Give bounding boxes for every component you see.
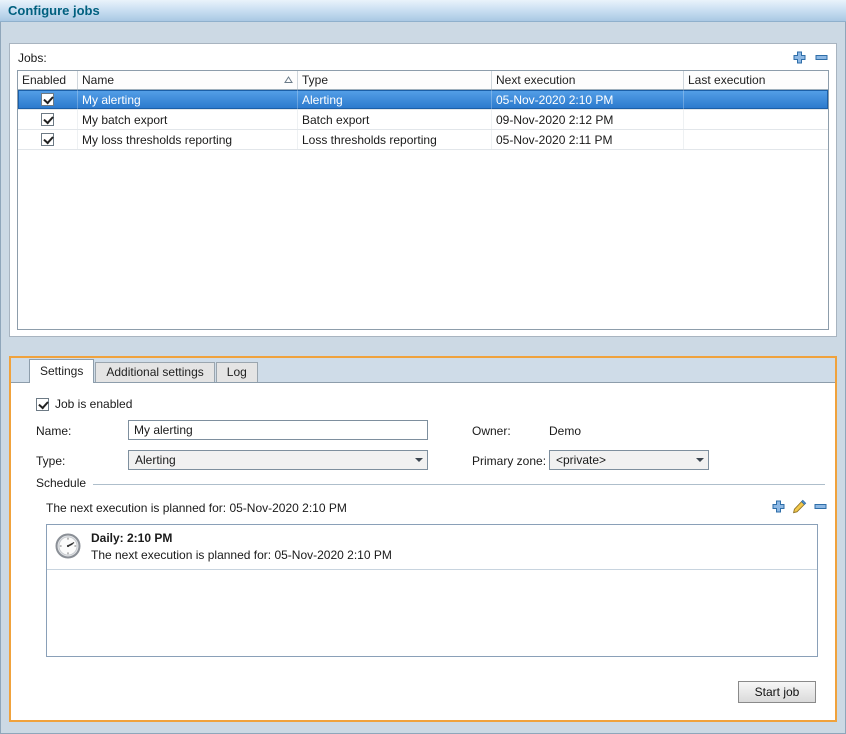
type-select[interactable]: Alerting bbox=[128, 450, 428, 470]
job-settings-panel: Settings Additional settings Log Job is … bbox=[9, 356, 837, 722]
job-enabled-checkbox-row: Job is enabled bbox=[36, 397, 132, 411]
chevron-down-icon bbox=[410, 451, 427, 469]
column-header-type[interactable]: Type bbox=[298, 71, 492, 89]
enabled-checkbox[interactable] bbox=[41, 93, 54, 106]
schedule-next-execution-text: The next execution is planned for: 05-No… bbox=[46, 501, 347, 515]
jobs-table: Enabled Name Type Next execution Last ex… bbox=[17, 70, 829, 330]
table-row[interactable]: My batch export Batch export 09-Nov-2020… bbox=[18, 110, 828, 130]
add-schedule-icon[interactable] bbox=[772, 500, 785, 513]
primary-zone-select[interactable]: <private> bbox=[549, 450, 709, 470]
owner-label: Owner: bbox=[472, 424, 511, 438]
edit-schedule-icon[interactable] bbox=[792, 499, 807, 514]
jobs-table-header: Enabled Name Type Next execution Last ex… bbox=[18, 71, 828, 90]
settings-tabstrip: Settings Additional settings Log bbox=[11, 358, 835, 382]
type-select-value: Alerting bbox=[135, 453, 176, 467]
table-row[interactable]: My loss thresholds reporting Loss thresh… bbox=[18, 130, 828, 150]
owner-value: Demo bbox=[549, 424, 581, 438]
job-type-cell: Batch export bbox=[298, 110, 492, 129]
job-next-execution-cell: 05-Nov-2020 2:10 PM bbox=[492, 90, 684, 109]
schedule-list-item[interactable]: Daily: 2:10 PM The next execution is pla… bbox=[47, 525, 817, 570]
schedule-item-title: Daily: 2:10 PM bbox=[91, 530, 392, 547]
primary-zone-label: Primary zone: bbox=[472, 454, 546, 468]
table-row[interactable]: My alerting Alerting 05-Nov-2020 2:10 PM bbox=[18, 90, 828, 110]
job-name-cell: My loss thresholds reporting bbox=[78, 130, 298, 149]
chevron-down-icon bbox=[691, 451, 708, 469]
name-label: Name: bbox=[36, 424, 71, 438]
schedule-item-text: Daily: 2:10 PM The next execution is pla… bbox=[91, 530, 392, 564]
schedule-item-subtitle: The next execution is planned for: 05-No… bbox=[91, 547, 392, 564]
column-header-last-execution[interactable]: Last execution bbox=[684, 71, 828, 89]
schedule-list: Daily: 2:10 PM The next execution is pla… bbox=[46, 524, 818, 657]
schedule-group-label: Schedule bbox=[36, 476, 86, 490]
job-enabled-label: Job is enabled bbox=[55, 397, 132, 411]
job-last-execution-cell bbox=[684, 110, 828, 129]
enabled-checkbox[interactable] bbox=[41, 113, 54, 126]
window-title: Configure jobs bbox=[8, 3, 100, 18]
job-name-cell: My alerting bbox=[78, 90, 298, 109]
remove-job-icon[interactable] bbox=[815, 51, 828, 64]
window-titlebar: Configure jobs bbox=[0, 0, 846, 22]
settings-tab-content: Job is enabled Name: Owner: Demo Type: A… bbox=[11, 382, 835, 720]
add-job-icon[interactable] bbox=[793, 51, 806, 64]
jobs-panel: Jobs: Enabled Name Type Next execution L… bbox=[9, 43, 837, 337]
job-name-cell: My batch export bbox=[78, 110, 298, 129]
job-last-execution-cell bbox=[684, 130, 828, 149]
type-label: Type: bbox=[36, 454, 65, 468]
job-last-execution-cell bbox=[684, 90, 828, 109]
schedule-toolbar bbox=[772, 499, 827, 514]
column-header-name[interactable]: Name bbox=[78, 71, 298, 89]
job-next-execution-cell: 09-Nov-2020 2:12 PM bbox=[492, 110, 684, 129]
job-enabled-checkbox[interactable] bbox=[36, 398, 49, 411]
tab-additional-settings[interactable]: Additional settings bbox=[95, 362, 214, 382]
tab-log[interactable]: Log bbox=[216, 362, 258, 382]
job-type-cell: Loss thresholds reporting bbox=[298, 130, 492, 149]
start-job-button[interactable]: Start job bbox=[738, 681, 816, 703]
tab-settings[interactable]: Settings bbox=[29, 359, 94, 383]
group-divider bbox=[93, 484, 825, 485]
job-type-cell: Alerting bbox=[298, 90, 492, 109]
remove-schedule-icon[interactable] bbox=[814, 500, 827, 513]
sort-ascending-icon bbox=[284, 73, 293, 87]
clock-icon bbox=[55, 533, 81, 562]
primary-zone-select-value: <private> bbox=[556, 453, 606, 467]
jobs-toolbar bbox=[793, 51, 828, 64]
column-header-enabled[interactable]: Enabled bbox=[18, 71, 78, 89]
jobs-label: Jobs: bbox=[18, 51, 47, 65]
schedule-group-header: Schedule bbox=[36, 476, 825, 490]
name-input[interactable] bbox=[128, 420, 428, 440]
column-header-next-execution[interactable]: Next execution bbox=[492, 71, 684, 89]
enabled-checkbox[interactable] bbox=[41, 133, 54, 146]
job-next-execution-cell: 05-Nov-2020 2:11 PM bbox=[492, 130, 684, 149]
